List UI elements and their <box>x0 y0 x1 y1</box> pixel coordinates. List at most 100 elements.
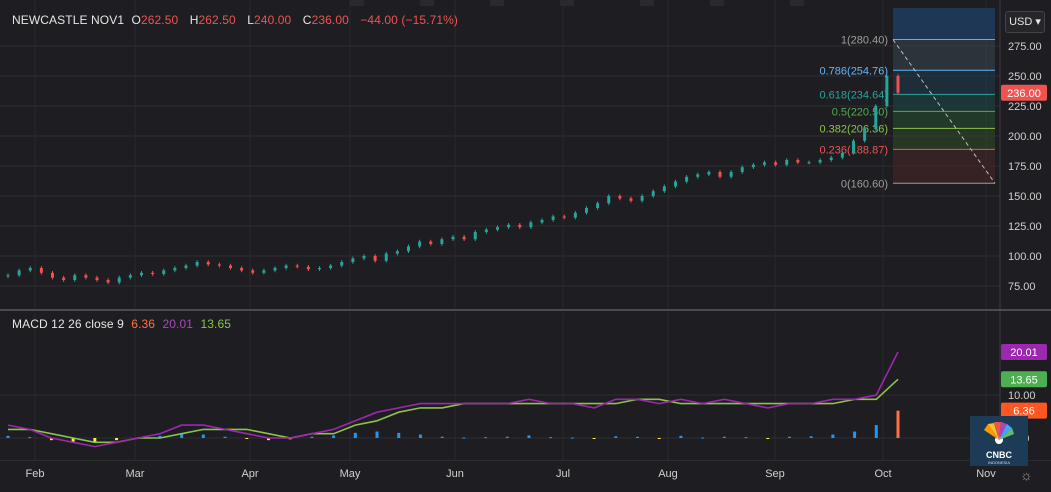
close-value: 236.00 <box>311 13 349 27</box>
histogram-bar <box>766 438 770 439</box>
histogram-bar <box>484 437 488 439</box>
histogram-bar <box>505 436 509 438</box>
macd-indicator-name[interactable]: MACD 12 26 close 9 <box>12 317 124 331</box>
candle <box>840 152 844 158</box>
time-tick-label: Jun <box>446 468 464 480</box>
gear-icon[interactable]: ☼ <box>1020 467 1033 483</box>
currency-label: USD <box>1009 16 1033 28</box>
candle <box>184 265 188 268</box>
candle <box>295 265 299 267</box>
candle <box>473 232 477 240</box>
candle <box>829 157 833 160</box>
candle <box>629 198 633 201</box>
candle <box>173 268 177 271</box>
candle <box>618 196 622 199</box>
fib-level-label: 1(280.40) <box>841 35 888 47</box>
candle <box>796 160 800 163</box>
candle <box>384 253 388 261</box>
time-tick-label: Jul <box>556 468 570 480</box>
macd-badge-label: 13.65 <box>1010 374 1038 386</box>
candle <box>306 266 310 270</box>
candle <box>217 264 221 266</box>
symbol-name[interactable]: NEWCASTLE NOV1 <box>12 13 124 27</box>
histogram-bar <box>6 435 10 438</box>
candle <box>73 275 77 280</box>
candle <box>451 236 455 240</box>
macd-chart[interactable]: 10.000.0020.0113.656.36 <box>0 313 1051 460</box>
candle <box>484 229 488 232</box>
histogram-bar <box>440 436 444 438</box>
candle <box>128 275 132 278</box>
candle <box>240 268 244 271</box>
low-value: 240.00 <box>254 13 292 27</box>
macd-legend: MACD 12 26 close 9 6.36 20.01 13.65 <box>12 317 235 331</box>
histogram-bar <box>353 432 357 438</box>
fib-level-label: 0(160.60) <box>841 178 888 190</box>
candle <box>17 270 21 276</box>
time-tick-label: Oct <box>874 468 891 480</box>
candle <box>885 76 889 106</box>
histogram-bar <box>809 436 813 438</box>
candle <box>407 246 410 252</box>
candle <box>674 181 677 187</box>
candle <box>395 251 399 254</box>
candle <box>440 239 444 244</box>
low-label: L <box>247 13 255 27</box>
histogram-bar <box>831 434 835 438</box>
candle <box>418 241 422 247</box>
price-tick-label: 225.00 <box>1008 101 1042 113</box>
fib-extension-zone <box>893 8 995 40</box>
fib-level-label: 0.786(254.76) <box>820 65 889 77</box>
fib-zone <box>893 70 995 95</box>
price-chart[interactable]: 275.00 250.00 225.00 200.00 175.00 150.00 125.… <box>0 0 1051 313</box>
candle <box>585 208 588 213</box>
macd-badge-label: 20.01 <box>1010 347 1038 359</box>
time-tick-label: Mar <box>126 468 145 480</box>
candle <box>195 262 199 266</box>
price-tick-label: 250.00 <box>1008 71 1042 83</box>
histogram-bar <box>418 434 422 438</box>
fib-zone <box>893 128 995 150</box>
price-tick-label: 100.00 <box>1008 251 1042 263</box>
time-tick-label: Nov <box>976 468 996 480</box>
candle <box>551 216 555 220</box>
candle <box>596 203 600 208</box>
candle <box>518 224 522 228</box>
open-label: O <box>131 13 141 27</box>
histogram-bar <box>896 410 900 438</box>
candle <box>651 191 655 196</box>
candle <box>507 224 511 228</box>
candle <box>529 222 533 228</box>
currency-dropdown[interactable]: USD ▾ <box>1005 11 1045 33</box>
histogram-bar <box>570 437 574 439</box>
change-value: −44.00 (−15.71%) <box>360 13 458 27</box>
candle <box>852 140 855 153</box>
candle <box>785 160 789 165</box>
candle <box>774 162 778 165</box>
candle <box>707 172 711 175</box>
fib-zone <box>893 149 995 184</box>
candle <box>807 162 811 164</box>
price-legend: NEWCASTLE NOV1 O262.50 H262.50 L240.00 C… <box>12 13 462 27</box>
price-tick-label: 75.00 <box>1008 281 1036 293</box>
histogram-bar <box>787 436 791 438</box>
candle <box>540 220 544 223</box>
high-label: H <box>189 13 199 27</box>
watermark-sub: INDONESIA <box>987 460 1010 465</box>
fib-zone <box>893 94 995 112</box>
price-tick-label: 125.00 <box>1008 221 1042 233</box>
peacock-icon <box>984 422 1014 444</box>
candle <box>662 186 666 192</box>
chevron-down-icon: ▾ <box>1032 16 1041 28</box>
candle <box>351 258 355 262</box>
open-value: 262.50 <box>140 13 179 27</box>
candle <box>462 236 466 240</box>
histogram-bar <box>462 437 466 439</box>
candle <box>95 277 99 280</box>
price-tick-label: 150.00 <box>1008 191 1042 203</box>
candle <box>106 280 110 283</box>
fib-level-label: 0.618(234.64) <box>820 89 889 101</box>
time-tick-label: Apr <box>241 468 258 480</box>
candle <box>162 270 166 274</box>
candle <box>429 241 433 244</box>
